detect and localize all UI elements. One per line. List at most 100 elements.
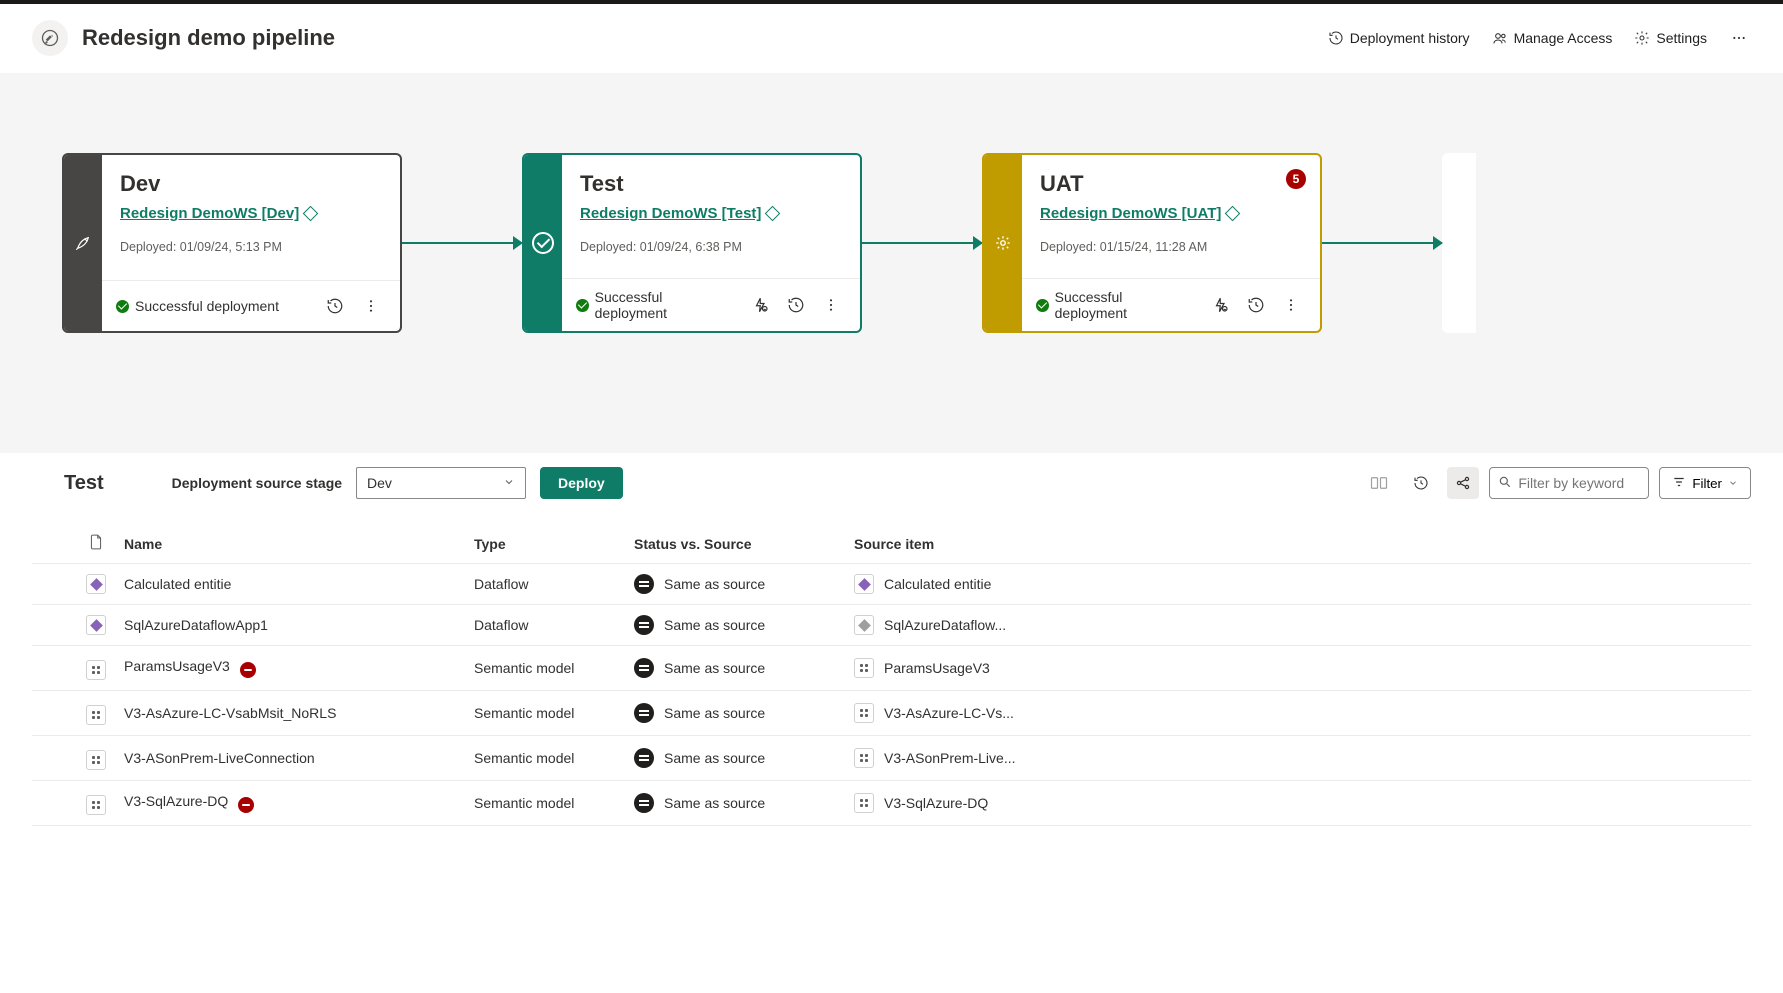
col-name-header[interactable]: Name: [116, 524, 466, 564]
more-button[interactable]: [1727, 30, 1751, 46]
premium-diamond-icon: [1225, 206, 1241, 222]
stage-more-button[interactable]: [817, 290, 846, 320]
col-status-header[interactable]: Status vs. Source: [626, 524, 846, 564]
source-stage-label: Deployment source stage: [172, 475, 342, 491]
settings-label: Settings: [1656, 30, 1707, 46]
stage-history-button[interactable]: [1242, 290, 1271, 320]
equals-icon: [634, 703, 654, 723]
stage-card-next[interactable]: [1442, 153, 1476, 333]
workspace-link[interactable]: Redesign DemoWS [UAT]: [1040, 205, 1238, 222]
stage-title: UAT: [1040, 171, 1302, 197]
equals-icon: [634, 574, 654, 594]
deployment-history-button[interactable]: Deployment history: [1326, 26, 1472, 50]
status-text: Same as source: [664, 750, 765, 766]
item-type: Semantic model: [466, 781, 626, 826]
source-stage-value: Dev: [367, 475, 392, 491]
table-header-row: Name Type Status vs. Source Source item: [32, 524, 1751, 564]
stage-title: Test: [580, 171, 842, 197]
stage-side-icon: [984, 155, 1022, 331]
semantic-model-icon: [854, 703, 874, 723]
table-row[interactable]: ParamsUsageV3 Semantic model Same as sou…: [32, 646, 1751, 691]
source-item-name: V3-ASonPrem-Live...: [884, 750, 1016, 766]
history-small-button[interactable]: [1405, 467, 1437, 499]
chevron-down-icon: [503, 475, 515, 491]
stage-side-icon: [64, 155, 102, 331]
item-type: Semantic model: [466, 646, 626, 691]
item-type: Semantic model: [466, 736, 626, 781]
table-row[interactable]: V3-AsAzure-LC-VsabMsit_NoRLS Semantic mo…: [32, 691, 1751, 736]
rules-button[interactable]: [1207, 290, 1236, 320]
col-type-header[interactable]: Type: [466, 524, 626, 564]
source-item-name: V3-SqlAzure-DQ: [884, 795, 988, 811]
history-icon: [1328, 30, 1344, 46]
stage-side-icon: [524, 155, 562, 331]
view-toggle-button[interactable]: [1363, 467, 1395, 499]
item-name: V3-AsAzure-LC-VsabMsit_NoRLS: [124, 705, 336, 721]
deployment-history-label: Deployment history: [1350, 30, 1470, 46]
item-type: Dataflow: [466, 605, 626, 646]
manage-access-button[interactable]: Manage Access: [1490, 26, 1615, 50]
dataflow-icon: [86, 574, 106, 594]
equals-icon: [634, 658, 654, 678]
status-text: Same as source: [664, 660, 765, 676]
stage-more-button[interactable]: [356, 291, 386, 321]
page-header: Redesign demo pipeline Deployment histor…: [0, 4, 1783, 73]
col-source-header[interactable]: Source item: [846, 524, 1751, 564]
chevron-down-icon: [1728, 476, 1738, 491]
stage-card-uat[interactable]: 5 UAT Redesign DemoWS [UAT] Deployed: 01…: [982, 153, 1322, 333]
equals-icon: [634, 615, 654, 635]
settings-button[interactable]: Settings: [1632, 26, 1709, 50]
workspace-link[interactable]: Redesign DemoWS [Dev]: [120, 205, 316, 222]
pipeline-icon: [32, 20, 68, 56]
more-icon: [1731, 30, 1747, 46]
equals-icon: [634, 748, 654, 768]
source-stage-dropdown[interactable]: Dev: [356, 467, 526, 499]
stage-card-dev[interactable]: Dev Redesign DemoWS [Dev] Deployed: 01/0…: [62, 153, 402, 333]
workspace-name: Redesign DemoWS [UAT]: [1040, 205, 1221, 222]
dataflow-icon: [854, 615, 874, 635]
status-text: Successful deployment: [595, 289, 735, 321]
rules-button[interactable]: [747, 290, 776, 320]
success-icon: [1036, 299, 1049, 312]
status-text: Same as source: [664, 576, 765, 592]
semantic-model-icon: [86, 750, 106, 770]
semantic-model-icon: [854, 658, 874, 678]
stage-title: Dev: [120, 171, 382, 197]
content-toolbar: Test Deployment source stage Dev Deploy: [0, 453, 1783, 514]
deployed-timestamp: Deployed: 01/09/24, 5:13 PM: [120, 240, 382, 254]
status-text: Same as source: [664, 617, 765, 633]
pipeline-canvas: Dev Redesign DemoWS [Dev] Deployed: 01/0…: [0, 73, 1783, 453]
stage-history-button[interactable]: [782, 290, 811, 320]
item-name: V3-SqlAzure-DQ: [124, 793, 228, 809]
item-name: Calculated entitie: [124, 576, 231, 592]
semantic-model-icon: [86, 660, 106, 680]
table-row[interactable]: Calculated entitie Dataflow Same as sour…: [32, 564, 1751, 605]
page-title: Redesign demo pipeline: [82, 25, 1326, 51]
lineage-button[interactable]: [1447, 467, 1479, 499]
stage-history-button[interactable]: [320, 291, 350, 321]
filter-label: Filter: [1692, 476, 1722, 491]
items-table: Name Type Status vs. Source Source item …: [0, 514, 1783, 826]
equals-icon: [634, 793, 654, 813]
filter-button[interactable]: Filter: [1659, 467, 1751, 499]
source-item-name: ParamsUsageV3: [884, 660, 990, 676]
manage-access-label: Manage Access: [1514, 30, 1613, 46]
stage-more-button[interactable]: [1277, 290, 1306, 320]
workspace-name: Redesign DemoWS [Dev]: [120, 205, 299, 222]
semantic-model-icon: [854, 793, 874, 813]
workspace-link[interactable]: Redesign DemoWS [Test]: [580, 205, 778, 222]
status-text: Same as source: [664, 795, 765, 811]
semantic-model-icon: [86, 705, 106, 725]
semantic-model-icon: [86, 795, 106, 815]
deploy-button[interactable]: Deploy: [540, 467, 623, 499]
table-row[interactable]: V3-ASonPrem-LiveConnection Semantic mode…: [32, 736, 1751, 781]
status-text: Successful deployment: [135, 298, 279, 314]
item-name: SqlAzureDataflowApp1: [124, 617, 268, 633]
stage-card-test[interactable]: Test Redesign DemoWS [Test] Deployed: 01…: [522, 153, 862, 333]
table-row[interactable]: SqlAzureDataflowApp1 Dataflow Same as so…: [32, 605, 1751, 646]
table-row[interactable]: V3-SqlAzure-DQ Semantic model Same as so…: [32, 781, 1751, 826]
search-box[interactable]: [1489, 467, 1649, 499]
filter-icon: [1672, 475, 1686, 492]
dataflow-icon: [86, 615, 106, 635]
premium-diamond-icon: [765, 206, 781, 222]
